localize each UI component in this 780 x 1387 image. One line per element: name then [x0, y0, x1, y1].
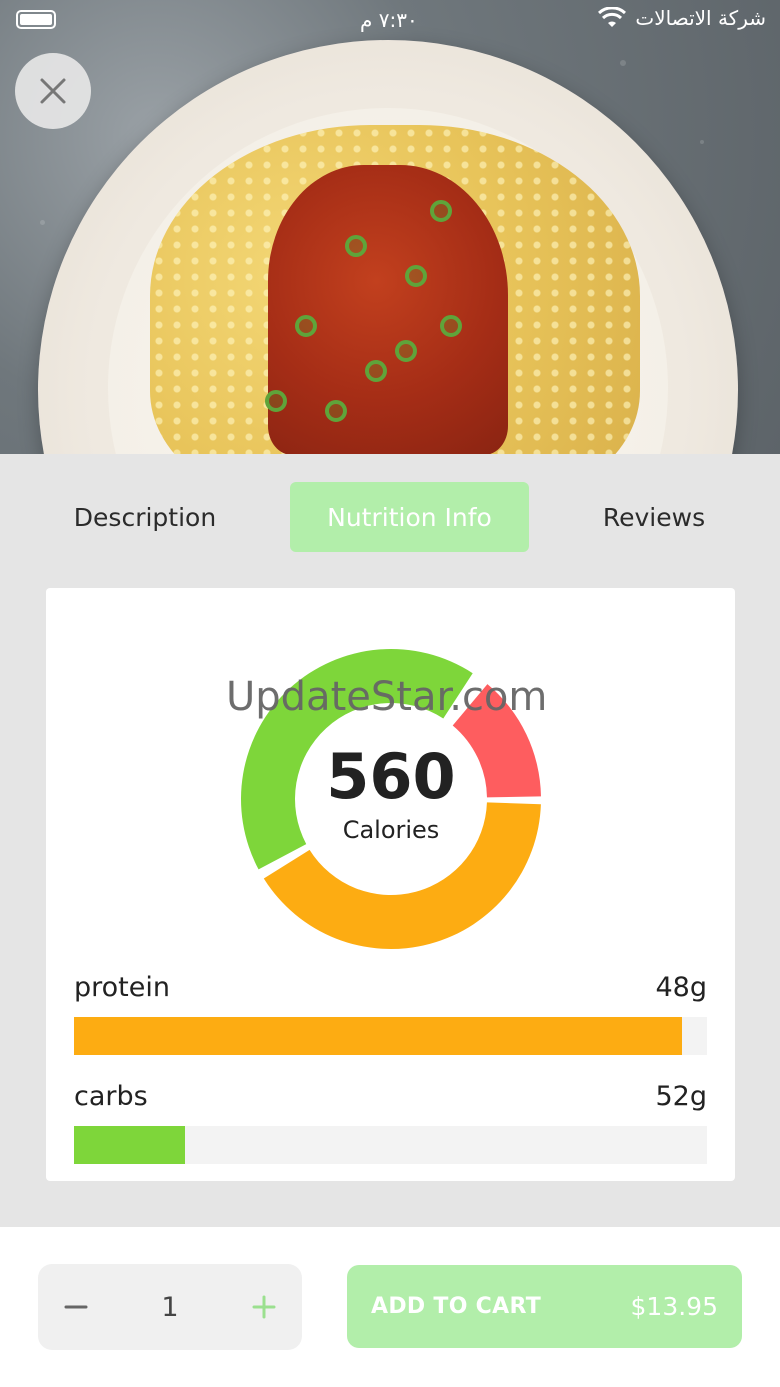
minus-icon: [64, 1305, 88, 1309]
status-time: ٧:٣٠ م: [360, 8, 418, 32]
carrier-name: شركة الاتصالات: [635, 6, 766, 30]
tab-bar: Description Nutrition Info Reviews: [0, 482, 780, 552]
close-button[interactable]: [15, 53, 91, 129]
nutrient-carbs: carbs 52g: [74, 1081, 707, 1164]
increment-button[interactable]: [226, 1264, 302, 1350]
nutrient-amount: 52g: [655, 1081, 708, 1112]
wifi-icon: [598, 7, 626, 27]
quantity-stepper: 1: [38, 1264, 302, 1350]
close-icon: [40, 78, 66, 104]
calories-label: Calories: [342, 816, 440, 844]
bottom-action-bar: 1 ADD TO CART $13.95: [0, 1227, 780, 1387]
dish-photo: [0, 0, 780, 454]
battery-icon: [16, 10, 56, 29]
nutrition-card: 560 Calories UpdateStar.com protein 48g …: [46, 588, 735, 1181]
add-to-cart-button[interactable]: ADD TO CART $13.95: [347, 1265, 742, 1348]
nutrient-protein: protein 48g: [74, 972, 707, 1055]
glazed-salmon: [268, 165, 508, 454]
progress-track: [74, 1017, 707, 1055]
calories-value: 560: [326, 740, 456, 813]
quantity-value: 1: [161, 1291, 179, 1323]
nutrient-name: carbs: [74, 1081, 148, 1112]
watermark: UpdateStar.com: [226, 674, 548, 720]
details-panel: Description Nutrition Info Reviews 560 C…: [0, 454, 780, 1227]
progress-fill: [74, 1017, 682, 1055]
progress-track: [74, 1126, 707, 1164]
cart-price: $13.95: [630, 1292, 718, 1321]
decrement-button[interactable]: [38, 1264, 114, 1350]
nutrient-amount: 48g: [655, 972, 708, 1003]
nutrient-name: protein: [74, 972, 170, 1003]
add-to-cart-label: ADD TO CART: [371, 1294, 542, 1319]
status-bar: ٧:٣٠ م شركة الاتصالات: [0, 0, 780, 40]
progress-fill: [74, 1126, 185, 1164]
plus-icon: [252, 1295, 276, 1319]
tab-description[interactable]: Description: [62, 482, 228, 552]
tab-nutrition-info[interactable]: Nutrition Info: [290, 482, 529, 552]
tab-reviews[interactable]: Reviews: [592, 482, 716, 552]
